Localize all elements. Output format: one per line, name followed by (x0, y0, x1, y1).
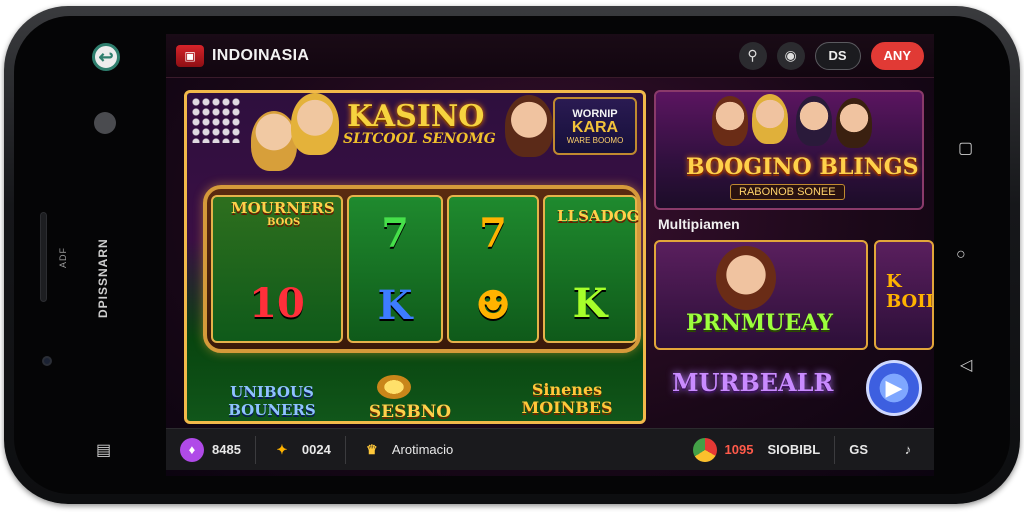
coins-counter[interactable]: ✦ 0024 (256, 429, 345, 470)
multiplayer-card[interactable]: K BOIL (874, 240, 934, 350)
status-text: SIOBIBL (767, 442, 821, 457)
action-button[interactable]: ANY (870, 41, 924, 70)
featured-subtitle: RABONOB SONEE (730, 184, 845, 200)
gems-counter[interactable]: ♦ 8485 (166, 429, 255, 470)
bottom-status-bar: ♦ 8485 ✦ 0024 ♛ Arotimacio 1095 SIOBIBL … (166, 428, 934, 470)
side-small-text: ADF (58, 247, 68, 268)
section-title: Multipiamen (658, 216, 740, 232)
gems-value: 8485 (212, 442, 241, 457)
front-camera-icon (42, 356, 52, 366)
character-avatar (836, 98, 872, 148)
character-avatar (712, 96, 748, 146)
menu-glyph-icon[interactable]: ▤ (96, 440, 111, 460)
character-avatar (291, 93, 339, 155)
multiplayer-card-label: K BOIL (886, 271, 934, 312)
trophy-item[interactable]: ♛ Arotimacio (346, 429, 467, 470)
side-brand-text: DPISSNARN (96, 238, 110, 318)
game-badge[interactable]: WORNIP KARA WARE BOOMO (553, 97, 637, 155)
chrome-icon (692, 437, 717, 462)
bottom-promo-title[interactable]: MURBEALR (672, 368, 833, 397)
reel-symbol: 7 (479, 209, 507, 257)
badge-line1: WORNIP (572, 107, 618, 120)
brand-name: INDOINASIA (212, 46, 310, 64)
character-avatar (505, 95, 553, 157)
featured-game-card[interactable]: BOOGINO BLINGS RABONOB SONEE (654, 90, 924, 210)
reel-symbol: K (572, 279, 608, 327)
promo-center[interactable]: SESBNO (355, 403, 465, 421)
square-nav-icon[interactable]: ▢ (958, 138, 973, 158)
monkey-symbol-icon: ☻ (475, 281, 511, 329)
slot-title: KASINO (347, 99, 485, 134)
multiplayer-card-label: PRNMUEAY (686, 310, 833, 336)
multiplayer-card[interactable]: PRNMUEAY (654, 240, 868, 350)
home-button-icon[interactable]: ↩ (92, 43, 120, 71)
character-avatar (251, 111, 297, 171)
badge-line3: WARE BOOMO (566, 135, 624, 145)
gem-icon: ♦ (180, 437, 204, 462)
promo-right[interactable]: Sinenes MOINBES (507, 381, 627, 417)
circle-nav-icon[interactable]: ○ (956, 246, 966, 264)
character-avatar (752, 94, 788, 144)
app-screen: ▣ INDOINASIA ⚲ ◉ DS ANY KASINO SLTCOOL S… (166, 34, 934, 476)
play-icon[interactable]: ▶ (866, 360, 922, 416)
coins-icon (377, 375, 411, 399)
reel-left-label: MOURNERS (231, 199, 335, 217)
gs-value: GS (849, 442, 868, 457)
reel-symbol: 7 (381, 209, 409, 257)
featured-title: BOOGINO BLINGS (686, 154, 919, 180)
character-avatar (796, 96, 832, 146)
coins-icon: ✦ (276, 441, 288, 457)
badge-line2: KARA (571, 118, 619, 136)
music-icon: ♪ (904, 442, 912, 457)
back-nav-icon[interactable]: ◁ (960, 355, 972, 375)
browser-value: 1095 (724, 442, 754, 457)
apple-logo-icon (94, 112, 116, 134)
browser-item[interactable]: 1095 (679, 429, 768, 470)
music-button[interactable]: ♪ (882, 429, 934, 470)
brand-logo-icon: ▣ (176, 44, 204, 67)
reel-2: 7 K (347, 195, 443, 343)
reel-right-label: LLSADOG (557, 207, 640, 225)
language-button[interactable]: DS (814, 41, 861, 70)
trophy-icon: ♛ (366, 441, 378, 457)
gs-item[interactable]: GS (835, 429, 882, 470)
reel-3: 7 ☻ (447, 195, 539, 343)
record-icon[interactable]: ◉ (776, 41, 805, 70)
status-text-item: SIOBIBL (767, 429, 834, 470)
slot-reels-frame[interactable]: 10 7 K 7 ☻ K MOURNERS BOOS LLSADOG (203, 185, 641, 353)
reel-left-sublabel: BOOS (267, 217, 301, 228)
main-slot-banner[interactable]: KASINO SLTCOOL SENOMG WORNIP KARA WARE B… (184, 90, 646, 424)
promo-left[interactable]: UNIBOUS BOUNERS (217, 383, 327, 419)
slot-subtitle: SLTCOOL SENOMG (343, 131, 496, 147)
search-icon[interactable]: ⚲ (738, 41, 767, 70)
coins-value: 0024 (301, 442, 331, 457)
reel-symbol: K (377, 281, 413, 329)
top-bar: ▣ INDOINASIA ⚲ ◉ DS ANY (166, 34, 934, 78)
reel-symbol: 10 (249, 279, 305, 327)
stage-lights (191, 97, 241, 143)
trophy-value: Arotimacio (391, 442, 454, 457)
character-avatar (716, 246, 776, 310)
speaker-grille (40, 212, 47, 302)
